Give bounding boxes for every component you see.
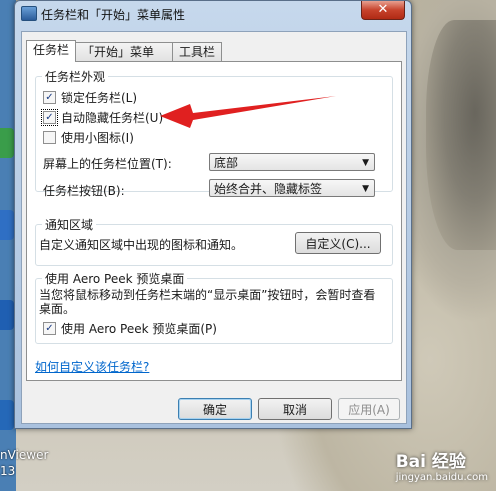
small-icons-label: 使用小图标(I) — [61, 130, 134, 145]
window-app-icon — [21, 6, 37, 21]
aero-peek-option[interactable]: ✓ 使用 Aero Peek 预览桌面(P) — [43, 320, 217, 336]
notification-area-legend: 通知区域 — [45, 218, 94, 232]
autohide-taskbar-checkbox[interactable]: ✓ — [41, 108, 58, 126]
watermark-text: Bai 经验 — [395, 452, 466, 472]
aero-peek-checkbox[interactable]: ✓ — [43, 321, 56, 335]
desktop-icon-label[interactable]: nViewer — [0, 448, 48, 462]
aero-peek-label: 使用 Aero Peek 预览桌面(P) — [61, 321, 217, 336]
appearance-legend: 任务栏外观 — [45, 70, 106, 84]
taskbar-buttons-label: 任务栏按钮(B): — [43, 184, 125, 198]
title-bar[interactable]: 任务栏和「开始」菜单属性 ✕ — [15, 1, 411, 25]
small-icons-checkbox[interactable] — [43, 130, 56, 144]
desktop-app-icon[interactable] — [0, 400, 14, 430]
desktop-app-icon[interactable] — [0, 210, 14, 240]
desktop-rock-image — [426, 20, 496, 250]
lock-taskbar-option[interactable]: ✓ 锁定任务栏(L) — [43, 89, 137, 105]
ok-button[interactable]: 确定 — [178, 398, 252, 420]
close-button[interactable]: ✕ — [361, 1, 405, 20]
aero-peek-legend: 使用 Aero Peek 预览桌面 — [45, 272, 185, 286]
desktop-icon-label: 13 — [0, 464, 16, 478]
baidu-watermark: Bai 经验 jingyan.baidu.com — [396, 447, 488, 483]
taskbar-properties-dialog: 任务栏和「开始」菜单属性 ✕ 任务栏 「开始」菜单 工具栏 任务栏外观 ✓ 锁定… — [14, 0, 412, 429]
taskbar-buttons-value: 始终合并、隐藏标签 — [214, 182, 323, 196]
cancel-button[interactable]: 取消 — [258, 398, 332, 420]
watermark-url: jingyan.baidu.com — [395, 472, 488, 483]
desktop-app-icon[interactable] — [0, 128, 14, 158]
taskbar-buttons-select[interactable]: 始终合并、隐藏标签 ▼ — [209, 179, 375, 197]
lock-taskbar-checkbox[interactable]: ✓ — [43, 90, 56, 104]
customize-notifications-button[interactable]: 自定义(C)... — [295, 232, 381, 254]
tab-taskbar[interactable]: 任务栏 — [26, 40, 76, 62]
window-title: 任务栏和「开始」菜单属性 — [41, 8, 186, 22]
taskbar-position-select[interactable]: 底部 ▼ — [209, 153, 375, 171]
taskbar-tab-panel: 任务栏外观 ✓ 锁定任务栏(L) ✓ 自动隐藏任务栏(U) 使用小图标(I) 屏… — [26, 61, 402, 381]
notification-area-text: 自定义通知区域中出现的图标和通知。 — [39, 238, 244, 252]
autohide-taskbar-label: 自动隐藏任务栏(U) — [61, 110, 164, 125]
taskbar-position-label: 屏幕上的任务栏位置(T): — [43, 157, 172, 171]
autohide-taskbar-option[interactable]: ✓ 自动隐藏任务栏(U) — [41, 108, 164, 126]
tab-start-menu[interactable]: 「开始」菜单 — [75, 42, 173, 61]
help-link[interactable]: 如何自定义该任务栏? — [35, 358, 149, 375]
taskbar-position-value: 底部 — [214, 156, 239, 170]
chevron-down-icon: ▼ — [362, 158, 369, 168]
dialog-client-area: 任务栏 「开始」菜单 工具栏 任务栏外观 ✓ 锁定任务栏(L) ✓ 自动隐藏任务… — [21, 31, 407, 424]
small-icons-option[interactable]: 使用小图标(I) — [43, 129, 134, 145]
lock-taskbar-label: 锁定任务栏(L) — [61, 90, 138, 105]
apply-button[interactable]: 应用(A) — [338, 398, 400, 420]
chevron-down-icon: ▼ — [362, 184, 369, 194]
desktop-app-icon[interactable] — [0, 300, 14, 330]
tab-toolbars[interactable]: 工具栏 — [172, 42, 222, 61]
aero-peek-description: 当您将鼠标移动到任务栏末端的“显示桌面”按钮时，会暂时查看桌面。 — [39, 288, 376, 316]
